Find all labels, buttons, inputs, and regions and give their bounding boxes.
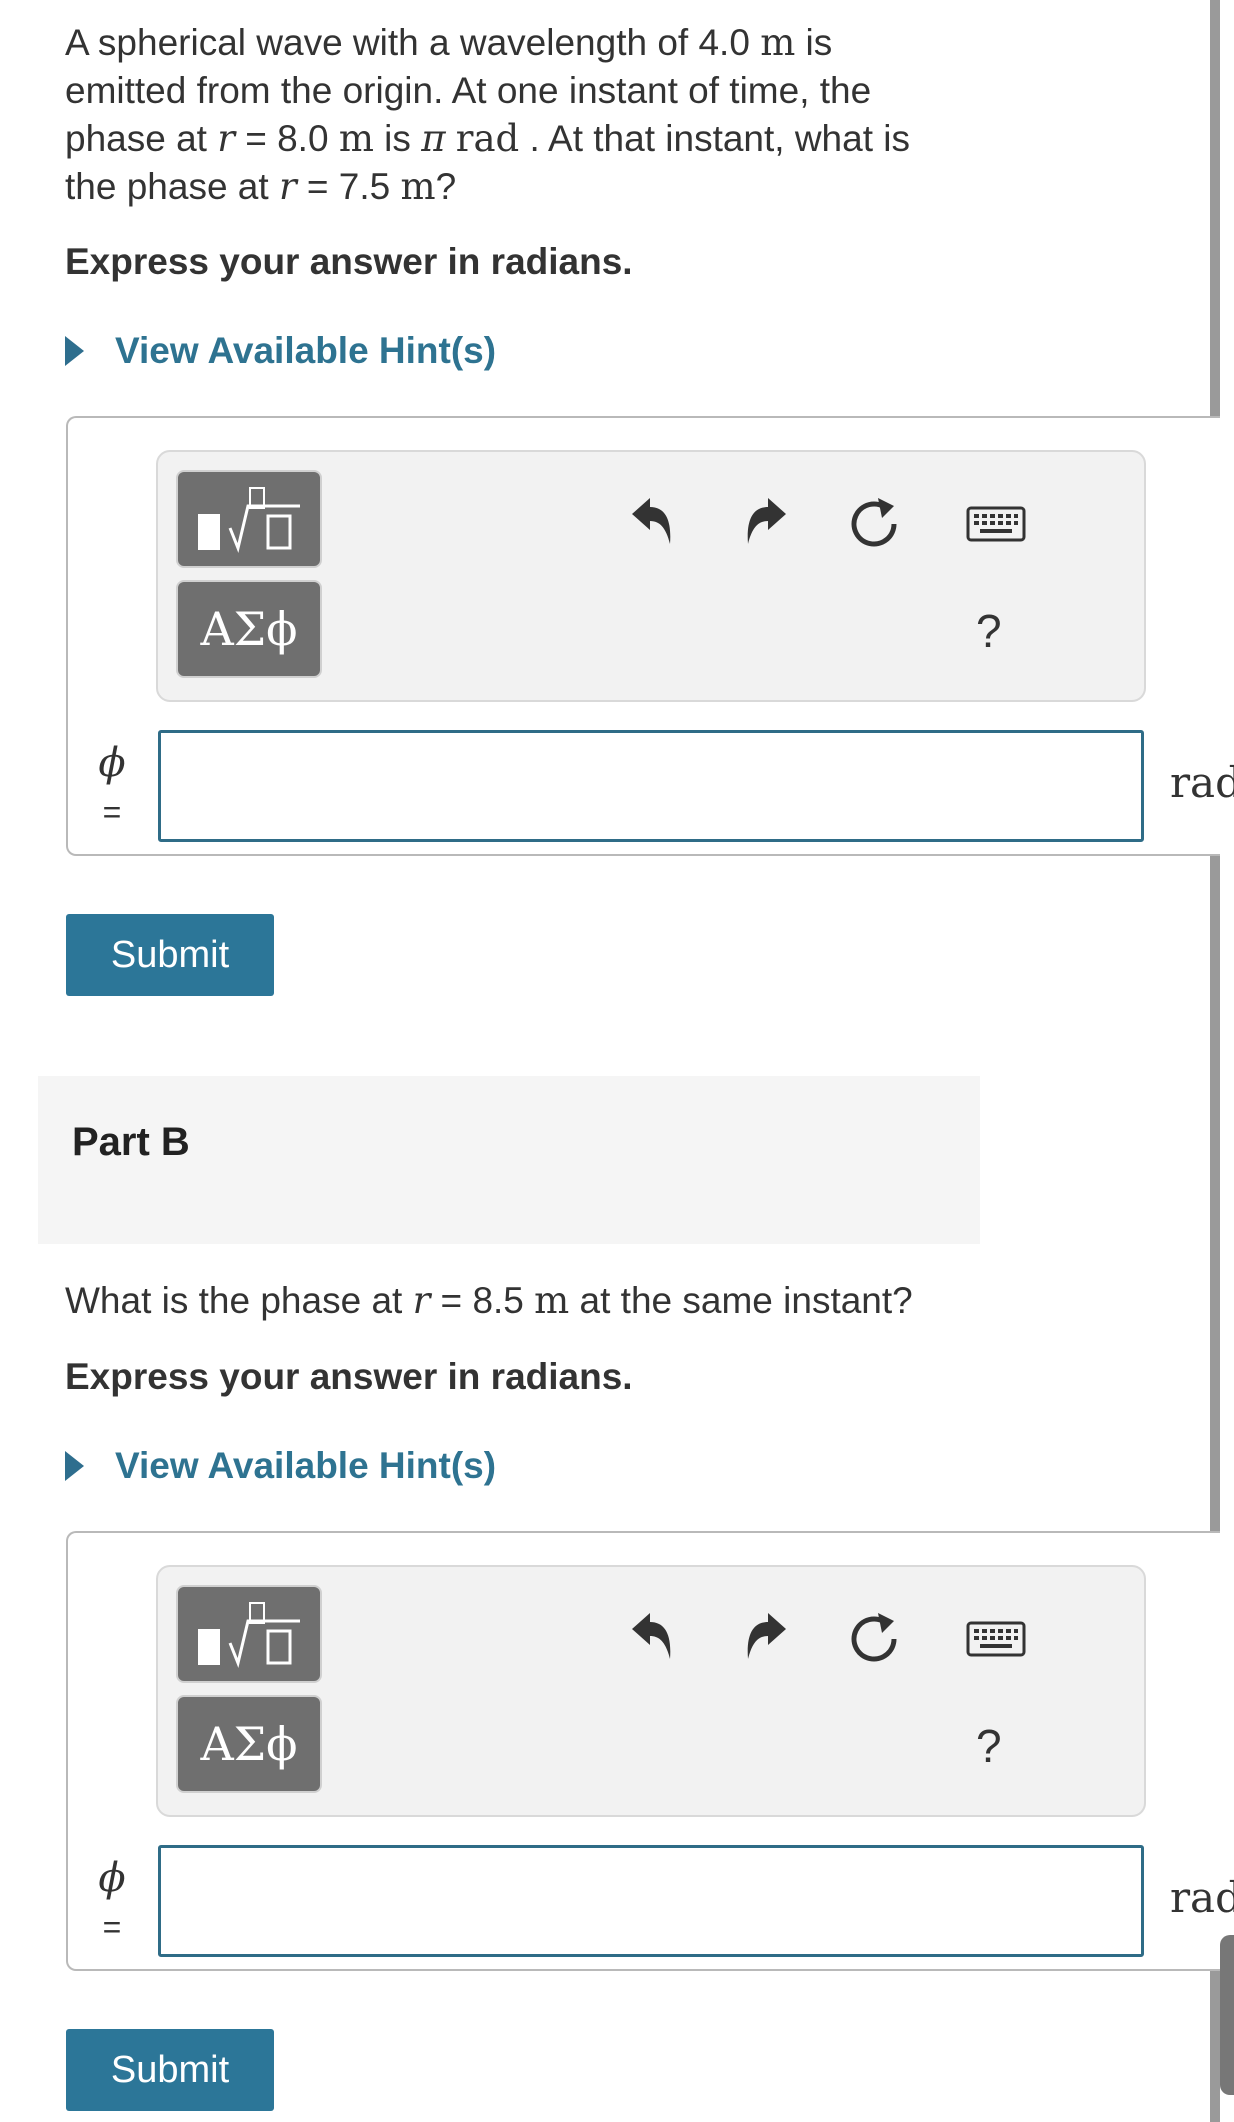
reset-icon[interactable]	[846, 492, 902, 552]
answer-input[interactable]	[158, 730, 1144, 842]
equals-sign: =	[102, 794, 122, 830]
side-tab[interactable]	[1220, 1935, 1234, 2095]
express-instruction: Express your answer in radians.	[65, 1356, 633, 1397]
unit-label: rad	[1169, 758, 1234, 807]
question-text: What is the phase at	[65, 1280, 413, 1321]
question-text: = 8.0	[234, 118, 339, 159]
template-icon	[198, 1602, 300, 1668]
hint-label: View Available Hint(s)	[115, 1445, 497, 1486]
answer-box: ΑΣϕ ? ϕ = rad	[66, 416, 1234, 856]
keyboard-icon[interactable]	[966, 506, 1026, 542]
hint-label: View Available Hint(s)	[115, 330, 497, 371]
submit-button[interactable]: Submit	[66, 914, 274, 996]
play-triangle-icon	[65, 1451, 84, 1481]
answer-box: ΑΣϕ ? ϕ = rad	[66, 1531, 1234, 1971]
phi-variable: ϕ	[98, 1855, 126, 1901]
part-b-title: Part B	[72, 1120, 190, 1164]
submit-button[interactable]: Submit	[66, 2029, 274, 2111]
unit-m: m	[338, 117, 374, 160]
play-triangle-icon	[65, 336, 84, 366]
question-text: is	[795, 22, 833, 63]
math-toolbar: ΑΣϕ ?	[156, 450, 1146, 702]
unit-m: m	[534, 1279, 570, 1322]
unit-rad: rad	[455, 117, 520, 160]
question-text: at the same instant?	[569, 1280, 913, 1321]
var-r: r	[217, 117, 235, 160]
redo-icon[interactable]	[742, 1609, 790, 1663]
question-text: is	[373, 118, 422, 159]
undo-icon[interactable]	[628, 494, 676, 548]
template-icon	[198, 487, 300, 553]
part-a-question: A spherical wave with a wavelength of 4.…	[65, 19, 1005, 211]
keyboard-icon[interactable]	[966, 1621, 1026, 1657]
greek-symbols-button[interactable]: ΑΣϕ	[176, 580, 322, 678]
question-text: = 8.5	[430, 1280, 535, 1321]
phi-variable: ϕ	[98, 740, 126, 786]
template-button[interactable]	[176, 1585, 322, 1683]
help-button[interactable]: ?	[976, 604, 1002, 658]
unit-m: m	[400, 165, 436, 208]
part-b-question: What is the phase at r = 8.5 m at the sa…	[65, 1277, 1005, 1325]
question-text: . At that instant, what is	[519, 118, 911, 159]
unit-m: m	[760, 21, 796, 64]
math-toolbar: ΑΣϕ ?	[156, 1565, 1146, 1817]
question-text: emitted from the origin. At one instant …	[65, 70, 872, 111]
help-button[interactable]: ?	[976, 1719, 1002, 1773]
question-text: A spherical wave with a wavelength of 4.…	[65, 22, 761, 63]
question-text: the phase at	[65, 166, 279, 207]
template-button[interactable]	[176, 470, 322, 568]
part-b-header: Part B	[38, 1076, 980, 1244]
redo-icon[interactable]	[742, 494, 790, 548]
question-text: phase at	[65, 118, 218, 159]
answer-input[interactable]	[158, 1845, 1144, 1957]
greek-symbols-button[interactable]: ΑΣϕ	[176, 1695, 322, 1793]
unit-label: rad	[1169, 1873, 1234, 1922]
reset-icon[interactable]	[846, 1607, 902, 1667]
var-r: r	[278, 165, 297, 208]
question-text: ?	[435, 166, 457, 207]
pi-symbol: π	[421, 117, 446, 160]
undo-icon[interactable]	[628, 1609, 676, 1663]
view-hints-link[interactable]: View Available Hint(s)	[65, 1445, 496, 1487]
express-instruction: Express your answer in radians.	[65, 241, 633, 282]
var-r: r	[412, 1279, 431, 1322]
equals-sign: =	[102, 1909, 122, 1945]
question-text: = 7.5	[296, 166, 401, 207]
view-hints-link[interactable]: View Available Hint(s)	[65, 330, 496, 372]
